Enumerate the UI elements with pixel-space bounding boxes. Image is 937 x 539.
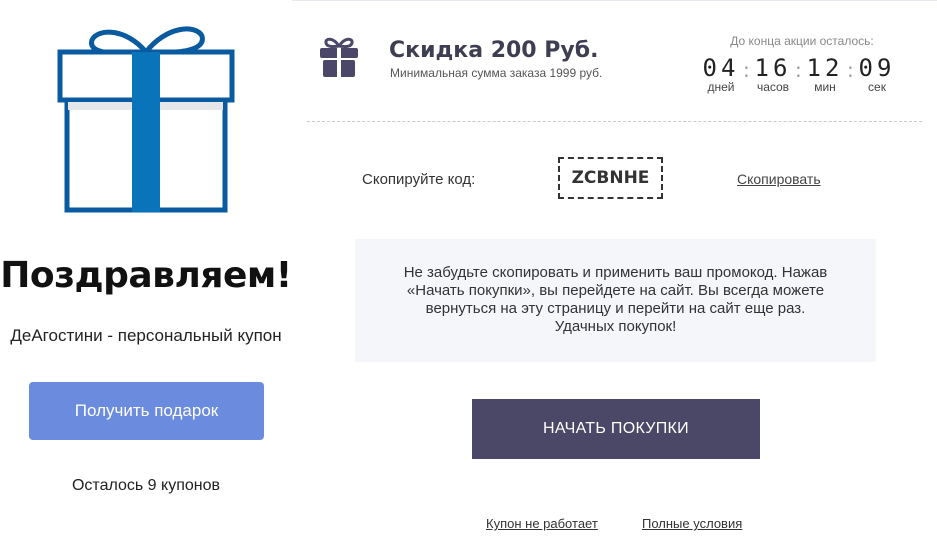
- right-panel: Скидка 200 Руб. Минимальная сумма заказа…: [292, 0, 937, 539]
- gift-icon: [320, 37, 358, 77]
- timer-seconds-value: 09: [858, 54, 896, 82]
- promo-code[interactable]: ZCBNHE: [558, 157, 663, 199]
- copy-code-label: Скопируйте код:: [362, 171, 476, 188]
- offer-title: Скидка 200 Руб.: [389, 38, 599, 63]
- left-panel: Поздравляем! ДеАгостини - персональный к…: [0, 0, 292, 539]
- offer-subtitle: Минимальная сумма заказа 1999 руб.: [390, 66, 603, 80]
- timer-hours-label: часов: [756, 80, 790, 94]
- coupon-not-working-link[interactable]: Купон не работает: [486, 516, 598, 531]
- info-box: Не забудьте скопировать и применить ваш …: [355, 239, 876, 362]
- timer-caption: До конца акции осталось:: [730, 34, 874, 48]
- timer-seconds-label: сек: [868, 80, 886, 94]
- timer-days: 04 дней: [697, 54, 745, 94]
- timer-days-label: дней: [707, 80, 735, 94]
- timer-seconds: 09 сек: [853, 54, 901, 94]
- full-terms-link[interactable]: Полные условия: [642, 516, 742, 531]
- coupons-left-text: Осталось 9 купонов: [71, 477, 220, 494]
- congrats-heading: Поздравляем!: [0, 255, 292, 296]
- info-text-line: «Начать покупки», вы перейдете на сайт. …: [406, 282, 825, 299]
- timer-days-value: 04: [702, 54, 740, 82]
- gift-box-icon: [57, 26, 235, 213]
- timer-minutes-label: мин: [814, 80, 836, 94]
- copy-code-link[interactable]: Скопировать: [737, 171, 821, 187]
- start-shopping-button[interactable]: НАЧАТЬ ПОКУПКИ: [472, 399, 760, 459]
- coupon-subtitle: ДеАгостини - персональный купон: [10, 326, 282, 345]
- section-divider: [307, 121, 922, 122]
- timer-minutes-value: 12: [806, 54, 844, 82]
- info-text-line: вернуться на эту страницу и перейти на с…: [425, 300, 806, 317]
- info-text-line: Удачных покупок!: [554, 318, 677, 335]
- top-divider: [292, 0, 937, 1]
- timer-minutes: 12 мин: [801, 54, 849, 94]
- timer-hours: 16 часов: [749, 54, 797, 94]
- countdown-timer: 04 дней : 16 часов : 12 мин : 09 сек: [697, 54, 902, 98]
- timer-hours-value: 16: [754, 54, 792, 82]
- info-text-line: Не забудьте скопировать и применить ваш …: [403, 264, 828, 281]
- get-gift-button[interactable]: Получить подарок: [29, 382, 264, 440]
